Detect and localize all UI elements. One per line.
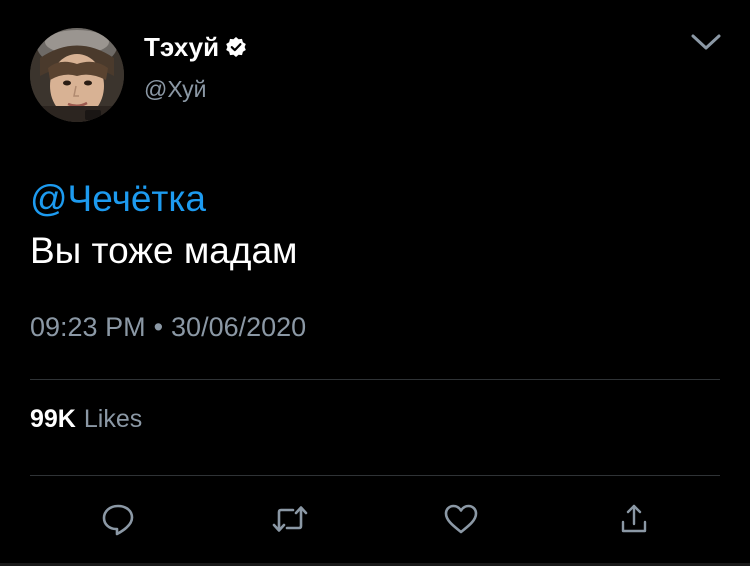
tweet-mention-link[interactable]: @Чечётка [30, 177, 206, 221]
likes-count: 99K [30, 405, 76, 433]
tweet-time: 09:23 PM [30, 312, 146, 342]
likes-label: Likes [83, 405, 143, 433]
like-button[interactable] [441, 499, 481, 539]
avatar-image [30, 28, 124, 122]
author-name-row: Тэхуй [144, 32, 247, 62]
tweet-card: Тэхуй @Хуй @Чечётка Вы тоже мадам 09:23 … [0, 0, 750, 566]
likes-stat[interactable]: 99K Likes [30, 404, 142, 434]
tweet-timestamp[interactable]: 09:23 PM • 30/06/2020 [30, 311, 306, 343]
share-icon [618, 502, 650, 536]
avatar[interactable] [30, 28, 124, 122]
verified-badge-icon [225, 36, 247, 58]
reply-icon [100, 501, 136, 537]
tweet-text: Вы тоже мадам [30, 230, 298, 271]
retweet-button[interactable] [270, 499, 310, 539]
heart-icon [443, 502, 479, 536]
author-name[interactable]: Тэхуй [144, 32, 219, 62]
reply-button[interactable] [98, 499, 138, 539]
divider [30, 475, 720, 476]
retweet-icon [271, 501, 309, 537]
timestamp-separator: • [153, 312, 164, 342]
author-handle[interactable]: @Хуй [144, 75, 207, 103]
divider [30, 379, 720, 380]
tweet-date: 30/06/2020 [171, 312, 307, 342]
chevron-down-icon[interactable] [690, 30, 722, 54]
share-button[interactable] [614, 499, 654, 539]
